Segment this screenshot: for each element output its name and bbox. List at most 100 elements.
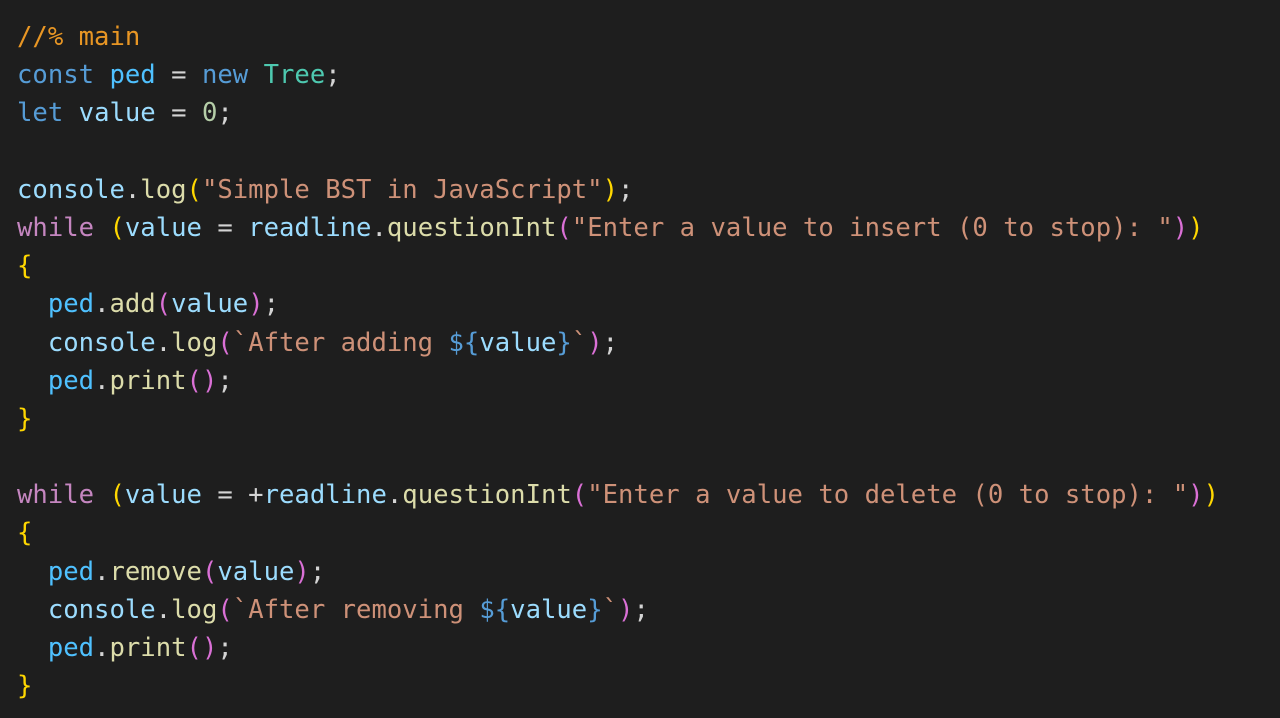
code-token-punct: . xyxy=(371,212,387,243)
code-token-variable: ped xyxy=(47,633,95,663)
code-token-punct: = xyxy=(155,60,202,91)
code-token-bracket2: ) xyxy=(1172,212,1189,243)
code-token-function: remove xyxy=(109,556,202,587)
code-token-bracket2: () xyxy=(186,365,218,396)
code-line: console.log(`After removing ${value}`); xyxy=(17,591,1219,629)
code-token-punct: ; xyxy=(217,365,233,396)
code-token-bracket2: ) xyxy=(294,556,310,587)
code-token-bracket2: ( xyxy=(201,556,218,587)
code-token-param: console xyxy=(47,327,156,358)
code-token-punct: ; xyxy=(309,556,326,587)
code-line: while (value = +readline.questionInt("En… xyxy=(17,476,1219,514)
code-token-string: `After adding xyxy=(232,327,449,358)
code-line: console.log("Simple BST in JavaScript"); xyxy=(17,171,1219,209)
code-token-bracket2: ( xyxy=(556,212,572,243)
code-token-punct: ; xyxy=(633,594,649,625)
code-token-bracket2: ( xyxy=(217,327,233,358)
code-token-param: readline xyxy=(263,480,387,511)
code-token-bracket1: ) xyxy=(602,174,619,205)
code-token-number: 0 xyxy=(201,98,218,129)
code-token-control: while xyxy=(17,480,95,511)
code-block[interactable]: //% main const ped = new Tree; let value =… xyxy=(17,18,1219,705)
code-line: console.log(`After adding ${value}`); xyxy=(17,324,1219,362)
code-token-keyword: let xyxy=(17,98,64,129)
code-token-punct: + xyxy=(248,480,264,511)
code-token-punct xyxy=(17,366,48,396)
code-token-bracket1: ) xyxy=(1188,212,1204,243)
code-token-param: value xyxy=(510,594,588,625)
code-token-punct xyxy=(94,480,109,510)
code-token-keyword: ${ xyxy=(448,327,480,358)
code-token-punct xyxy=(94,60,109,90)
code-token-class: Tree xyxy=(263,60,326,91)
code-token-punct: . xyxy=(94,556,110,587)
code-token-punct xyxy=(63,98,78,128)
code-token-punct xyxy=(17,633,48,663)
code-token-punct: ; xyxy=(602,327,619,358)
code-line: ped.print(); xyxy=(17,362,1219,400)
code-token-punct: ; xyxy=(618,174,634,205)
code-token-bracket1: ( xyxy=(186,174,202,205)
code-token-keyword: } xyxy=(587,594,603,625)
code-token-punct: ; xyxy=(217,633,233,663)
code-line: //% main xyxy=(17,18,1219,56)
code-editor[interactable]: //% main const ped = new Tree; let value =… xyxy=(0,0,1280,718)
code-token-punct xyxy=(17,289,48,319)
code-token-punct xyxy=(17,328,48,358)
code-token-punct xyxy=(94,213,109,243)
code-token-bracket2: ) xyxy=(248,289,264,320)
code-line: while (value = readline.questionInt("Ent… xyxy=(17,209,1219,247)
code-token-keyword: ${ xyxy=(479,594,511,625)
code-token-string: ` xyxy=(602,594,619,625)
code-token-param: console xyxy=(17,174,125,205)
code-token-punct: = xyxy=(201,480,249,511)
code-token-punct: = xyxy=(201,212,249,243)
code-token-variable: ped xyxy=(47,556,95,587)
code-token-param: readline xyxy=(248,212,372,243)
code-token-punct xyxy=(248,60,263,90)
code-token-bracket1: { xyxy=(17,518,33,549)
code-token-bracket2: ) xyxy=(587,327,603,358)
code-token-variable: ped xyxy=(47,365,95,396)
code-token-function: log xyxy=(171,327,218,358)
code-token-punct: . xyxy=(94,633,110,663)
code-token-string: "Enter a value to insert (0 to stop): " xyxy=(571,212,1173,243)
code-token-string: "Simple BST in JavaScript" xyxy=(201,174,603,205)
code-token-param: value xyxy=(78,98,156,129)
code-token-bracket2: ( xyxy=(217,594,233,625)
code-token-punct: . xyxy=(94,365,110,396)
code-token-punct xyxy=(17,557,48,587)
code-token-bracket2: ( xyxy=(571,480,588,511)
code-token-bracket1: ( xyxy=(109,480,125,511)
code-token-param: value xyxy=(479,327,557,358)
code-token-punct: . xyxy=(155,327,172,358)
code-token-param: value xyxy=(217,556,295,587)
code-token-keyword: new xyxy=(201,60,249,91)
code-token-comment: //% main xyxy=(17,22,141,52)
code-token-function: log xyxy=(140,174,187,205)
code-token-string: `After removing xyxy=(232,594,480,625)
code-token-function: add xyxy=(109,289,156,320)
code-token-bracket1: ( xyxy=(109,212,125,243)
code-token-punct: . xyxy=(124,174,141,205)
code-token-bracket1: } xyxy=(17,671,33,702)
code-token-keyword: } xyxy=(556,327,572,358)
code-token-keyword: const xyxy=(17,60,95,91)
code-token-bracket2: ) xyxy=(1188,480,1204,511)
code-line: { xyxy=(17,247,1219,285)
code-token-punct: . xyxy=(94,289,110,320)
code-token-bracket1: ) xyxy=(1203,480,1220,511)
code-token-variable: ped xyxy=(109,60,156,91)
code-line: let value = 0; xyxy=(17,94,1219,132)
code-token-bracket2: () xyxy=(186,633,218,663)
code-token-function: questionInt xyxy=(402,480,572,511)
code-token-function: questionInt xyxy=(386,212,557,243)
code-token-bracket1: } xyxy=(17,403,33,434)
code-token-punct xyxy=(17,595,48,625)
code-token-string: "Enter a value to delete (0 to stop): " xyxy=(587,480,1189,511)
code-token-bracket2: ) xyxy=(618,594,634,625)
code-line: ped.print(); xyxy=(17,629,1219,667)
code-token-param: value xyxy=(124,212,202,243)
